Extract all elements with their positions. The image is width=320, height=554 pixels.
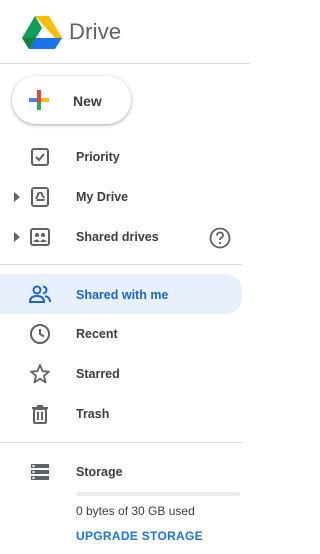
app-title: Drive — [69, 19, 122, 44]
sidebar-item-trash[interactable]: Trash — [0, 398, 242, 430]
upgrade-storage-link[interactable]: UPGRADE STORAGE — [76, 529, 203, 543]
nav-divider — [0, 442, 242, 443]
checkbox-icon — [31, 148, 49, 166]
sidebar-item-recent[interactable]: Recent — [0, 318, 242, 350]
plus-icon — [29, 90, 49, 110]
clock-icon — [30, 324, 50, 344]
star-icon — [30, 364, 50, 384]
sidebar-item-label: My Drive — [76, 190, 129, 204]
sidebar-item-label: Trash — [76, 407, 110, 421]
google-drive-logo-icon[interactable] — [22, 15, 62, 49]
expand-arrow-icon[interactable] — [13, 192, 21, 202]
header: Drive — [0, 0, 250, 64]
trash-icon — [32, 405, 48, 424]
sidebar-item-starred[interactable]: Starred — [0, 358, 242, 390]
people-icon — [28, 285, 51, 303]
sidebar-item-label: Recent — [76, 327, 118, 341]
sidebar-item-label: Shared with me — [76, 288, 169, 302]
sidebar-item-label: Priority — [76, 150, 120, 164]
sidebar-item-label: Storage — [76, 465, 123, 479]
sidebar-item-priority[interactable]: Priority — [0, 141, 242, 173]
nav-divider — [0, 264, 242, 265]
sidebar-item-my-drive[interactable]: My Drive — [0, 181, 242, 213]
sidebar-item-label: Shared drives — [76, 230, 159, 244]
help-circle-icon[interactable] — [209, 227, 231, 249]
sidebar-item-storage[interactable]: Storage — [0, 456, 242, 488]
sidebar-item-label: Starred — [76, 367, 120, 381]
sidebar-item-shared-drives[interactable]: Shared drives — [0, 221, 242, 253]
new-button-label: New — [73, 93, 102, 109]
sidebar-item-shared-with-me[interactable]: Shared with me — [0, 274, 242, 314]
shared-drive-icon — [30, 228, 50, 246]
new-button[interactable]: New — [12, 76, 131, 124]
storage-used-text: 0 bytes of 30 GB used — [76, 504, 195, 518]
storage-progress-bar — [76, 492, 240, 496]
expand-arrow-icon[interactable] — [13, 232, 21, 242]
storage-icon — [31, 464, 49, 480]
drive-folder-icon — [31, 187, 49, 207]
